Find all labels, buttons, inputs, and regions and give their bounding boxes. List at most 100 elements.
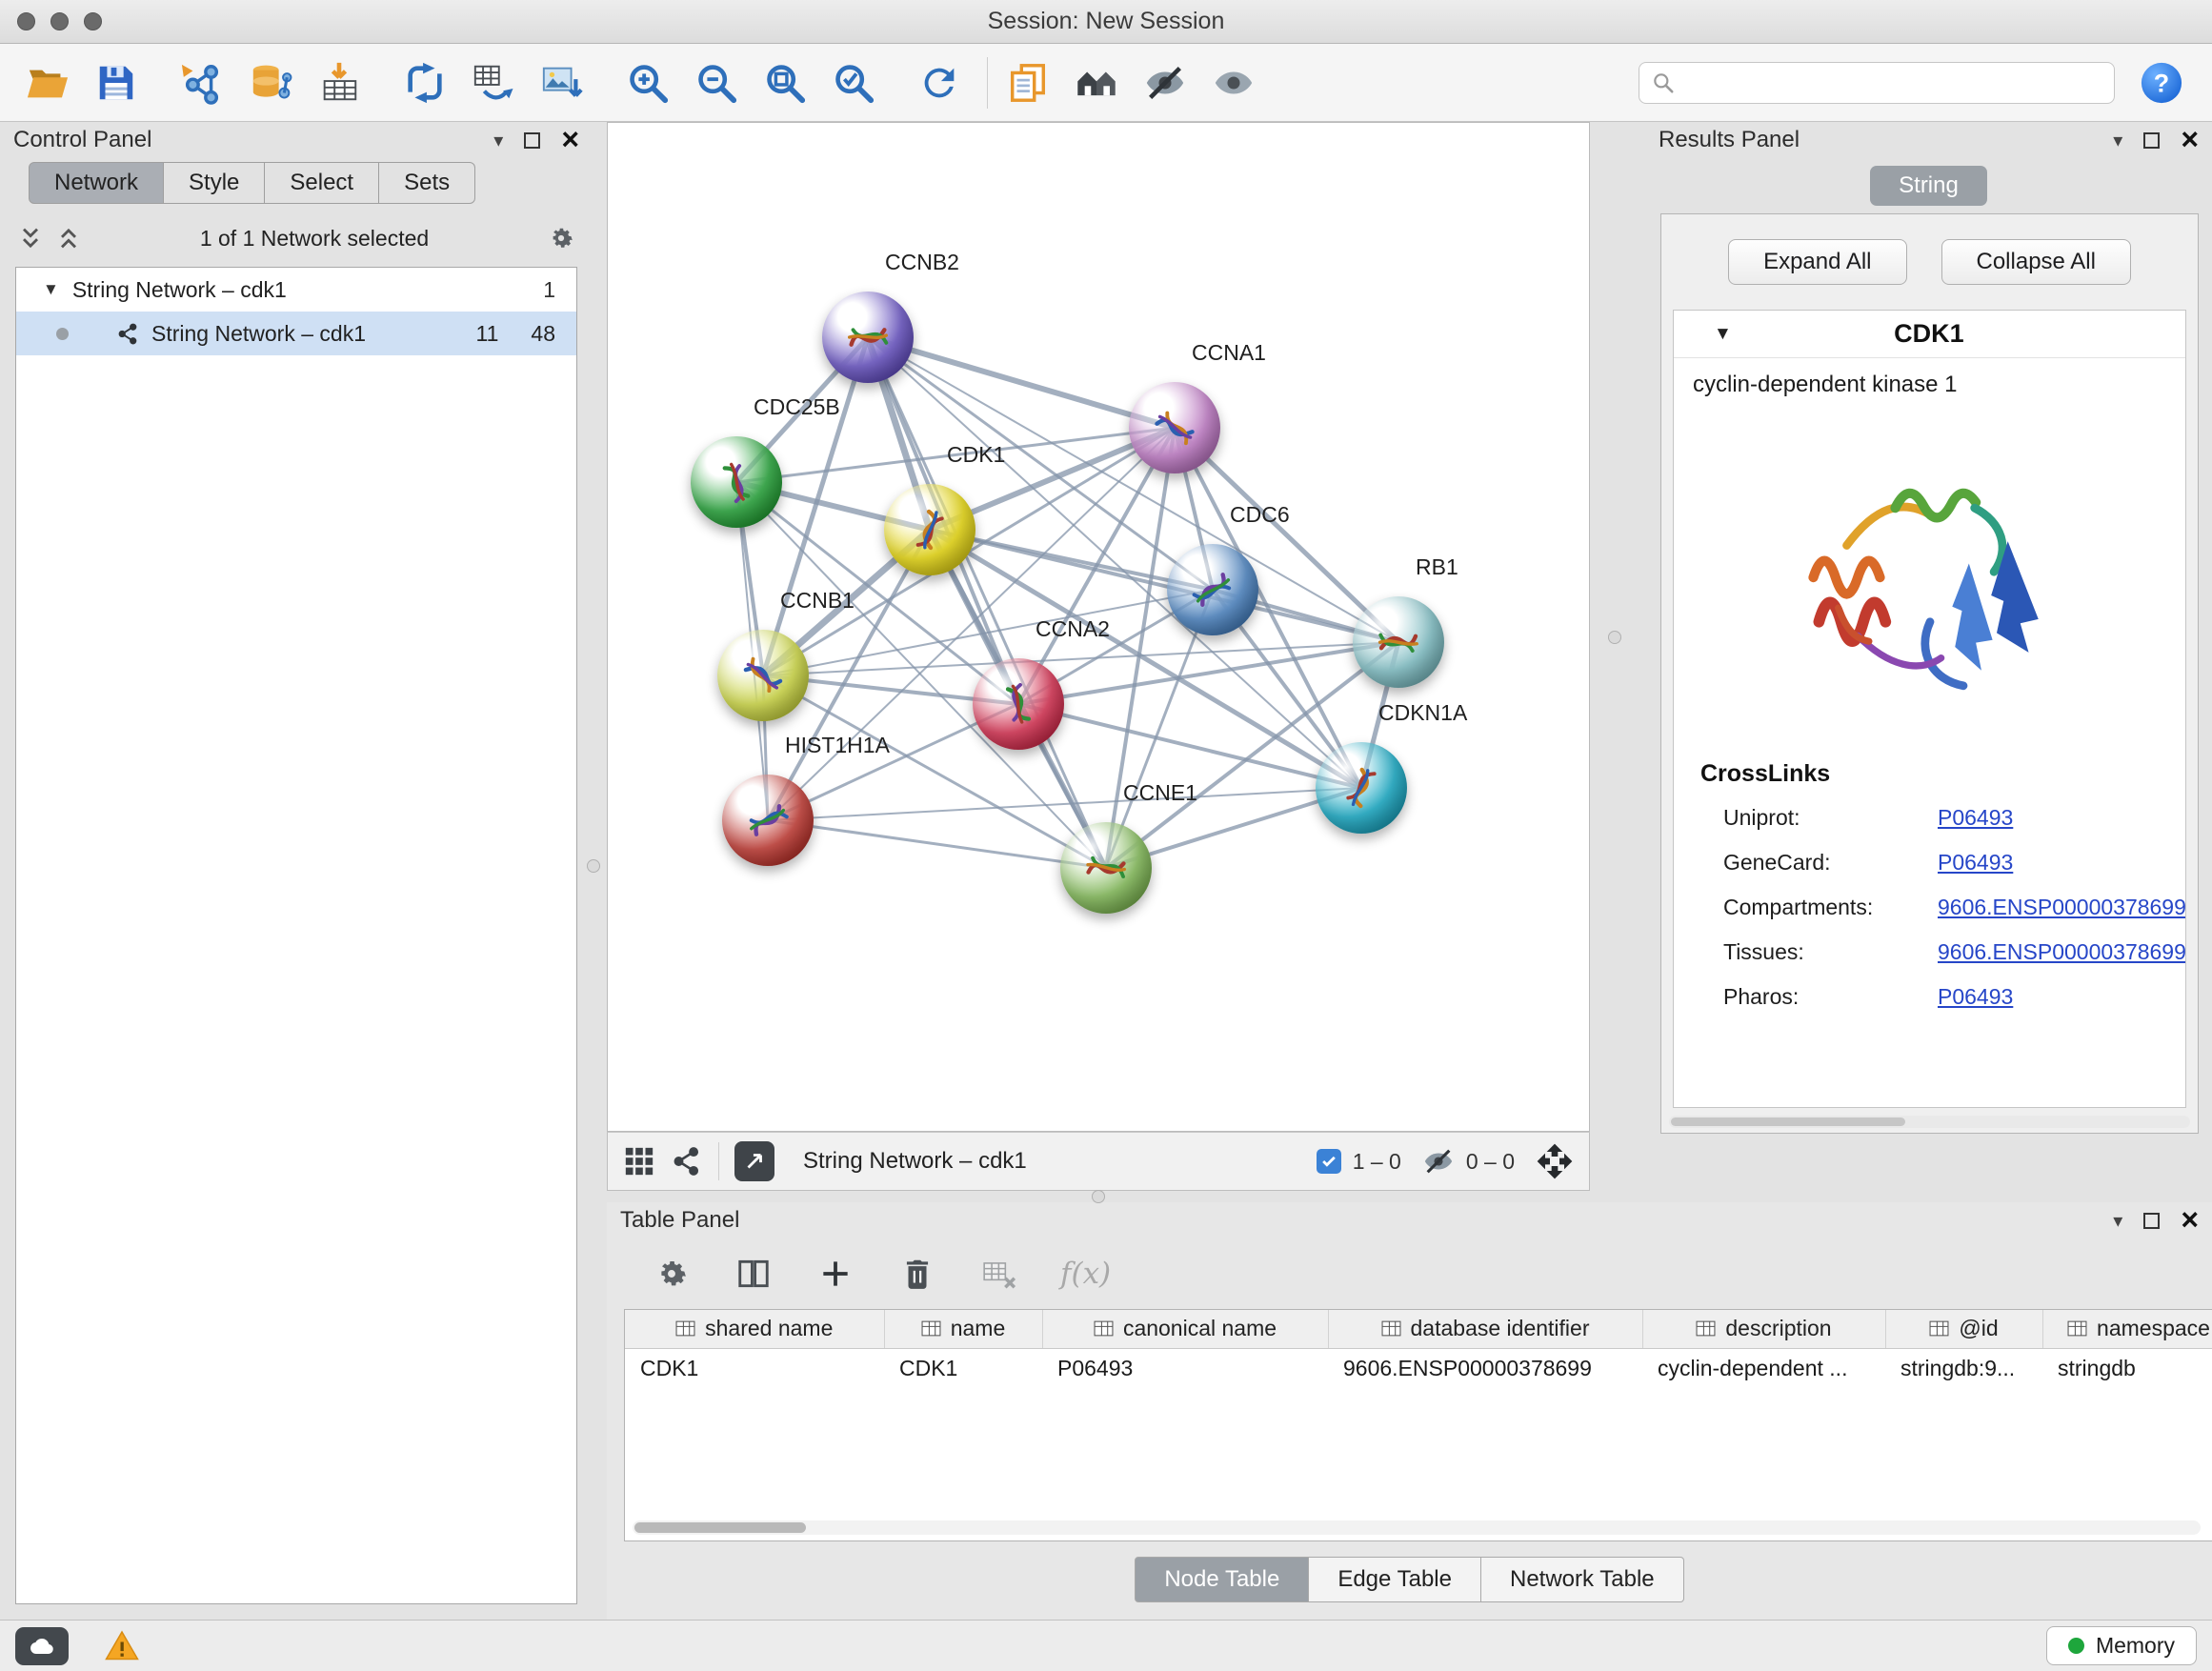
cell-description[interactable]: cyclin-dependent ...	[1642, 1348, 1885, 1388]
network-node-CDKN1A[interactable]	[1316, 742, 1407, 834]
zoom-fit-button[interactable]	[760, 58, 810, 108]
grid-view-icon[interactable]	[623, 1145, 655, 1178]
left-splitter-handle[interactable]	[587, 859, 600, 873]
cell-id[interactable]: stringdb:9...	[1885, 1348, 2042, 1388]
network-options-gear-icon[interactable]	[547, 224, 575, 252]
add-column-button[interactable]	[814, 1253, 856, 1295]
tab-select[interactable]: Select	[265, 162, 379, 204]
cloud-services-button[interactable]	[15, 1627, 69, 1665]
column-header-id[interactable]: @id	[1885, 1310, 2042, 1348]
minimize-traffic-light[interactable]	[50, 12, 69, 30]
collapse-all-icon[interactable]	[55, 225, 82, 252]
network-node-CCNA2[interactable]	[973, 658, 1064, 750]
pan-move-icon[interactable]	[1536, 1142, 1574, 1180]
crosslink-genecard-link[interactable]: P06493	[1938, 850, 2013, 876]
warnings-button[interactable]	[103, 1629, 141, 1663]
expand-all-button[interactable]: Expand All	[1728, 239, 1906, 285]
network-from-table-button[interactable]	[469, 58, 518, 108]
selected-checkbox[interactable]	[1317, 1149, 1341, 1174]
panel-close-icon[interactable]: ×	[2181, 128, 2199, 152]
memory-button[interactable]: Memory	[2046, 1626, 2197, 1665]
hidden-eye-slash-icon[interactable]	[1422, 1145, 1455, 1178]
network-node-CDK1[interactable]	[884, 484, 975, 575]
column-header-shared-name[interactable]: shared name	[625, 1310, 884, 1348]
tab-string[interactable]: String	[1870, 166, 1987, 206]
apply-style-refresh-button[interactable]	[915, 58, 964, 108]
network-node-CCNE1[interactable]	[1060, 822, 1152, 914]
network-collection-row[interactable]: ▼ String Network – cdk1 1	[16, 268, 576, 312]
column-header-description[interactable]: description	[1642, 1310, 1885, 1348]
maximize-traffic-light[interactable]	[84, 12, 102, 30]
delete-column-button[interactable]	[896, 1253, 938, 1295]
panel-close-icon[interactable]: ×	[2181, 1208, 2199, 1233]
column-header-namespace[interactable]: namespace	[2042, 1310, 2212, 1348]
network-node-CCNB2[interactable]	[822, 292, 914, 383]
table-settings-button[interactable]	[651, 1253, 693, 1295]
tree-expand-caret[interactable]: ▼	[43, 280, 59, 299]
cell-namespace[interactable]: stringdb	[2042, 1348, 2212, 1388]
panel-close-icon[interactable]: ×	[561, 128, 579, 152]
scrollbar-thumb[interactable]	[634, 1522, 806, 1533]
show-all-panels-button[interactable]	[1072, 58, 1121, 108]
clear-table-button[interactable]	[978, 1253, 1020, 1295]
import-network-file-button[interactable]	[177, 58, 227, 108]
panel-maximize-icon[interactable]	[2143, 132, 2160, 149]
tab-network[interactable]: Network	[29, 162, 164, 204]
open-session-button[interactable]	[23, 58, 72, 108]
collapse-all-button[interactable]: Collapse All	[1941, 239, 2131, 285]
table-horizontal-scrollbar[interactable]	[633, 1520, 2201, 1535]
bottom-splitter-handle[interactable]	[1092, 1190, 1105, 1203]
results-horizontal-scrollbar[interactable]	[1669, 1116, 2190, 1128]
panel-maximize-icon[interactable]	[2143, 1213, 2160, 1229]
close-traffic-light[interactable]	[17, 12, 35, 30]
column-header-database-identifier[interactable]: database identifier	[1328, 1310, 1642, 1348]
tab-sets[interactable]: Sets	[379, 162, 475, 204]
cell-shared-name[interactable]: CDK1	[625, 1348, 884, 1388]
hide-panel-button[interactable]	[1140, 58, 1190, 108]
save-session-button[interactable]	[91, 58, 141, 108]
cell-canonical-name[interactable]: P06493	[1042, 1348, 1328, 1388]
show-columns-button[interactable]	[733, 1253, 774, 1295]
expand-all-icon[interactable]	[17, 225, 44, 252]
function-builder-button[interactable]: f(x)	[1060, 1257, 1111, 1291]
network-row-selected[interactable]: String Network – cdk1 11 48	[16, 312, 576, 355]
panel-float-icon[interactable]: ▾	[2113, 1209, 2122, 1233]
crosslink-uniprot-link[interactable]: P06493	[1938, 805, 2013, 831]
search-input[interactable]	[1685, 70, 2102, 95]
crosslink-compartments-link[interactable]: 9606.ENSP00000378699	[1938, 895, 2186, 920]
zoom-out-button[interactable]	[692, 58, 741, 108]
tab-network-table[interactable]: Network Table	[1481, 1557, 1684, 1602]
network-node-CDC6[interactable]	[1167, 544, 1258, 635]
section-collapse-caret[interactable]: ▼	[1714, 324, 1732, 345]
clone-network-button[interactable]	[400, 58, 450, 108]
column-header-name[interactable]: name	[884, 1310, 1042, 1348]
tab-style[interactable]: Style	[164, 162, 265, 204]
network-node-HIST1H1A[interactable]	[722, 775, 814, 866]
birds-eye-view-button[interactable]	[734, 1141, 774, 1181]
export-image-button[interactable]	[537, 58, 587, 108]
zoom-selected-button[interactable]	[829, 58, 878, 108]
crosslink-tissues-link[interactable]: 9606.ENSP00000378699	[1938, 939, 2186, 965]
column-header-canonical-name[interactable]: canonical name	[1042, 1310, 1328, 1348]
tab-node-table[interactable]: Node Table	[1135, 1557, 1309, 1602]
import-table-file-button[interactable]	[314, 58, 364, 108]
show-panel-button[interactable]	[1209, 58, 1258, 108]
network-node-CDC25B[interactable]	[691, 436, 782, 528]
panel-maximize-icon[interactable]	[524, 132, 540, 149]
help-button[interactable]: ?	[2140, 61, 2183, 105]
network-node-CCNB1[interactable]	[717, 630, 809, 721]
table-row[interactable]: CDK1 CDK1 P06493 9606.ENSP00000378699 cy…	[625, 1348, 2212, 1388]
network-canvas[interactable]: CCNB2CCNA1CDC25BCDK1CDC6RB1CCNB1CCNA2CDK…	[607, 122, 1590, 1132]
network-node-CCNA1[interactable]	[1129, 382, 1220, 473]
right-splitter-handle[interactable]	[1608, 631, 1621, 644]
cell-name[interactable]: CDK1	[884, 1348, 1042, 1388]
zoom-in-button[interactable]	[623, 58, 673, 108]
crosslink-pharos-link[interactable]: P06493	[1938, 984, 2013, 1010]
cell-database-identifier[interactable]: 9606.ENSP00000378699	[1328, 1348, 1642, 1388]
import-network-database-button[interactable]	[246, 58, 295, 108]
panel-float-icon[interactable]: ▾	[2113, 129, 2122, 152]
copy-document-button[interactable]	[1003, 58, 1053, 108]
panel-float-icon[interactable]: ▾	[493, 129, 503, 152]
network-node-RB1[interactable]	[1353, 596, 1444, 688]
network-view-icon[interactable]	[671, 1145, 703, 1178]
